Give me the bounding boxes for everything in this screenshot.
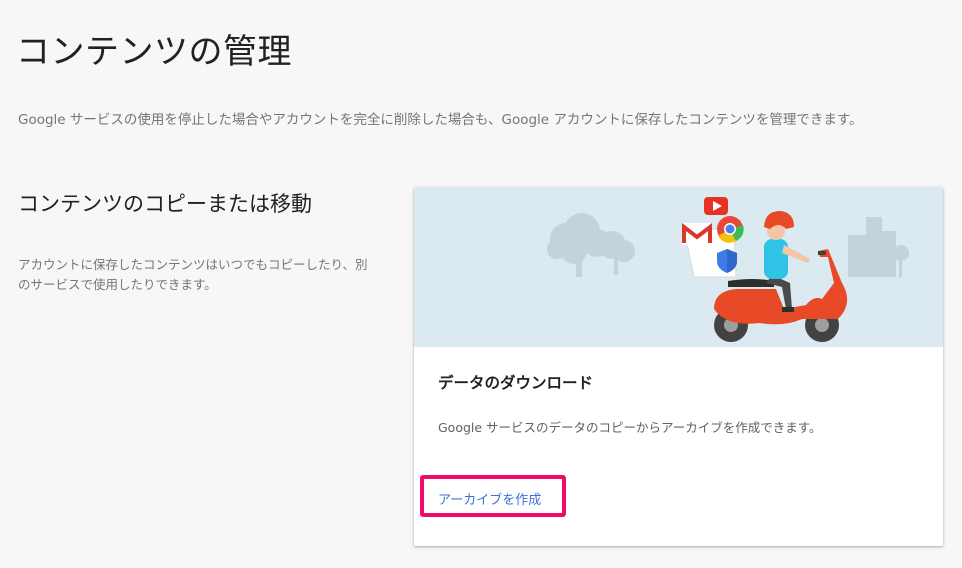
page-description: Google サービスの使用を停止した場合やアカウントを完全に削除した場合も、G… (18, 112, 863, 128)
youtube-icon (704, 197, 728, 215)
chrome-icon (717, 216, 744, 243)
building-icon (848, 217, 909, 277)
section-title: コンテンツのコピーまたは移動 (18, 192, 312, 216)
section-description: アカウントに保存したコンテンツはいつでもコピーしたり、別のサービスで使用したりで… (18, 257, 368, 292)
scooter-delivery-illustration (414, 187, 943, 347)
gmail-icon (682, 222, 712, 245)
card-title: データのダウンロード (438, 374, 594, 392)
card-description: Google サービスのデータのコピーからアーカイブを作成できます。 (438, 420, 822, 435)
create-archive-link[interactable]: アーカイブを作成 (438, 489, 541, 508)
page: コンテンツの管理 Google サービスの使用を停止した場合やアカウントを完全に… (0, 0, 962, 568)
page-title: コンテンツの管理 (16, 32, 292, 72)
tree-icon (547, 213, 635, 277)
